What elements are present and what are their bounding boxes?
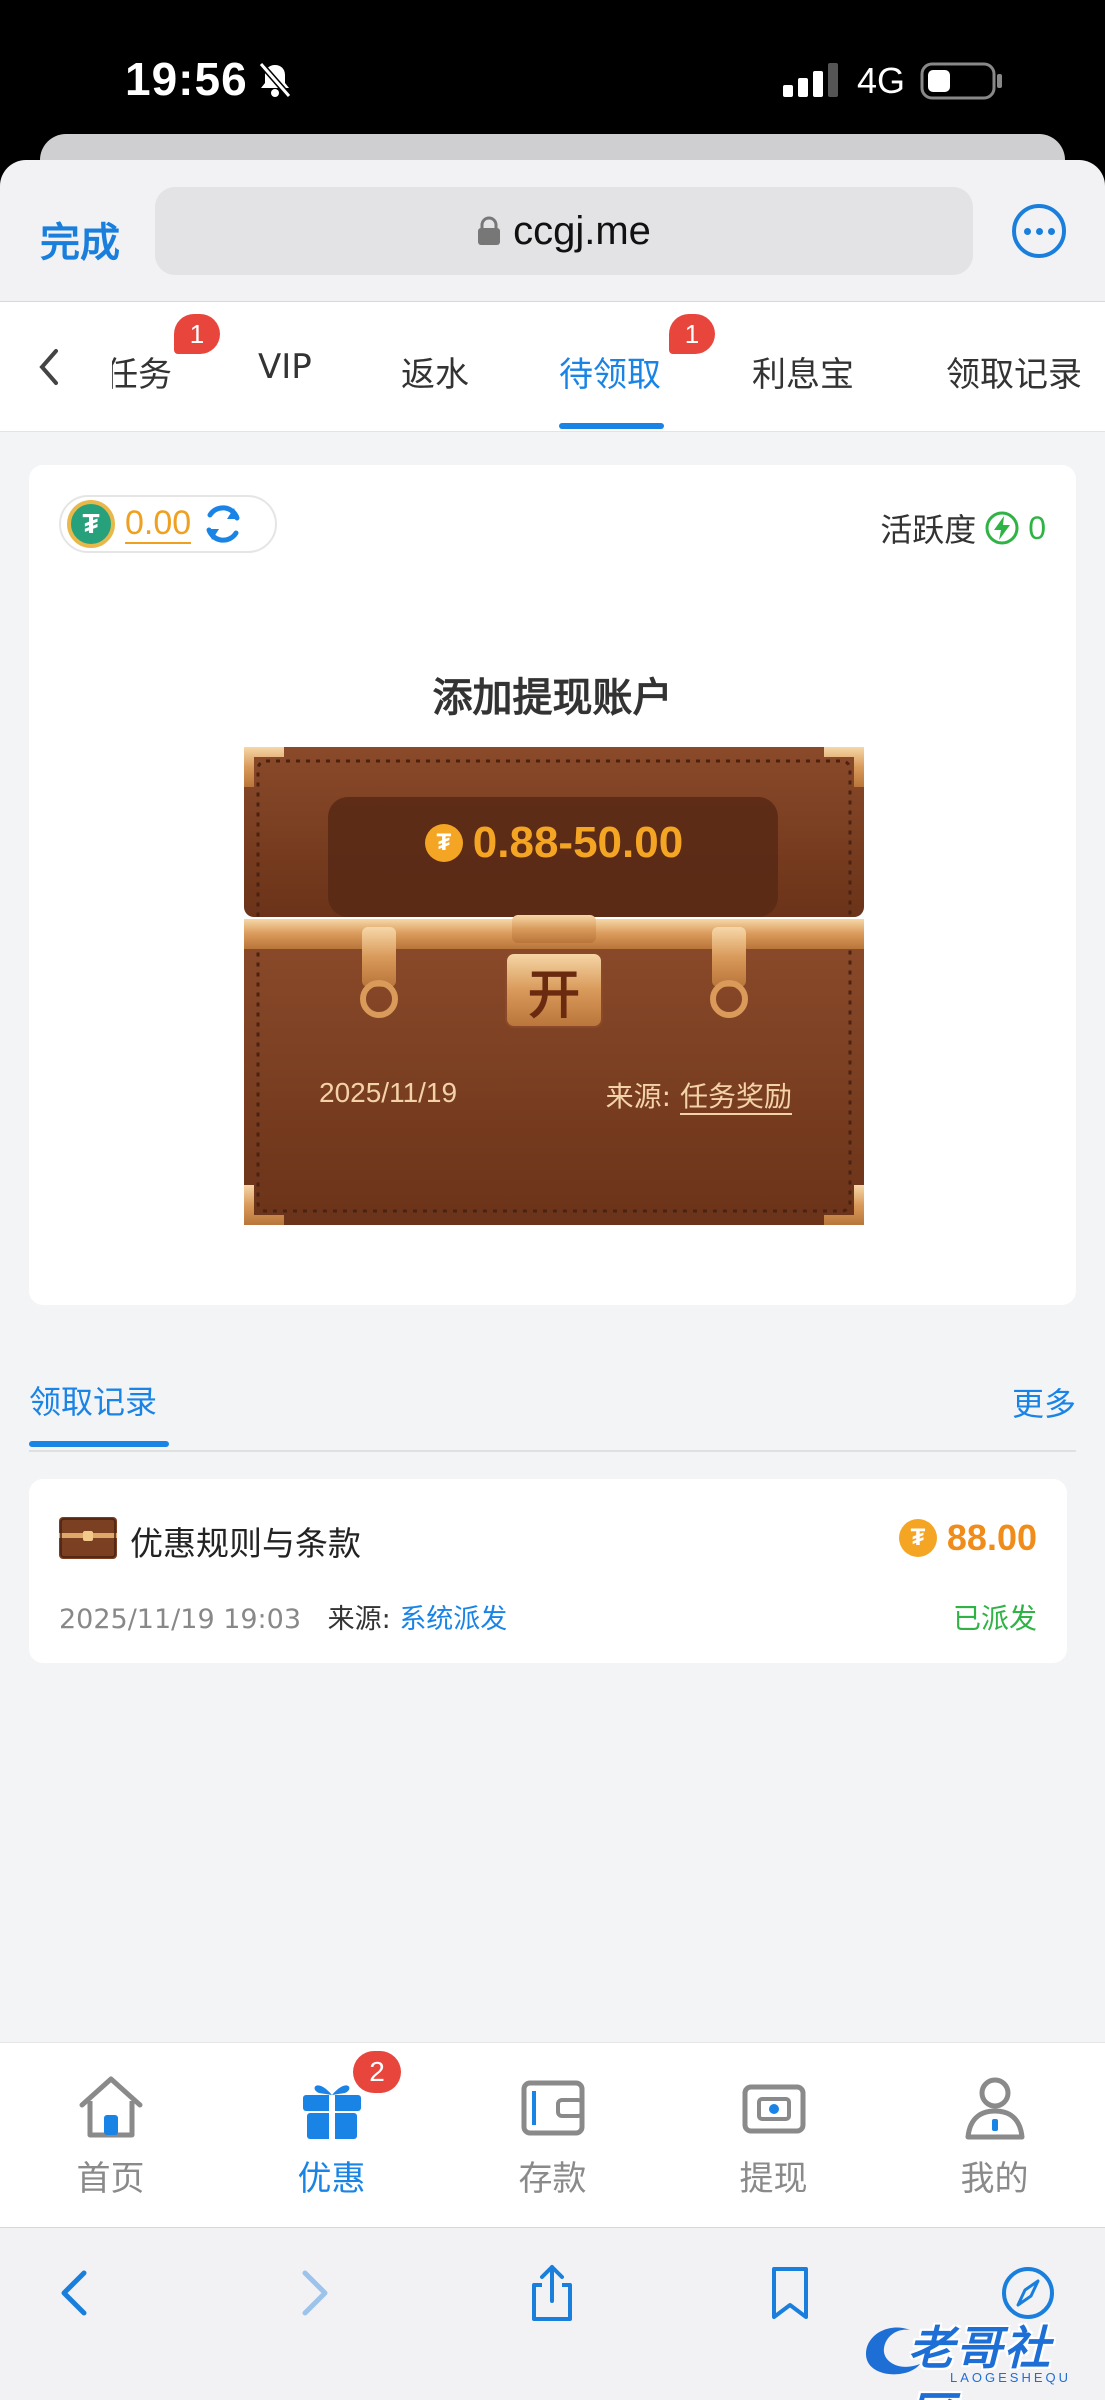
tab-vip[interactable]: VIP (258, 347, 312, 387)
nav-deposit[interactable]: 存款 (442, 2043, 663, 2228)
tab-tasks[interactable]: 任务 (112, 347, 172, 396)
record-datetime: 2025/11/19 19:03 (59, 1604, 302, 1635)
chevron-left-icon[interactable] (34, 347, 64, 387)
browser-toolbar: 老哥社区 LAOGESHEQU (0, 2227, 1105, 2400)
battery-icon (920, 62, 1002, 100)
record-amount-value: 88.00 (946, 1517, 1037, 1558)
nav-promotions-label: 优惠 (297, 2159, 366, 2199)
records-tab-indicator (29, 1441, 169, 1447)
nav-profile-label: 我的 (960, 2159, 1029, 2199)
browser-header: 完成 ccgj.me (0, 160, 1105, 302)
active-tab-indicator (559, 423, 664, 429)
usdt-coin-icon: ₮ (898, 1519, 937, 1557)
reward-source-link[interactable]: 任务奖励 (679, 1080, 792, 1115)
refresh-icon[interactable] (201, 502, 245, 546)
activity-value: 0 (1028, 509, 1046, 546)
withdraw-icon (742, 2084, 806, 2134)
nav-promotions[interactable]: 2 优惠 (221, 2043, 442, 2228)
share-icon[interactable] (522, 2263, 582, 2323)
tab-pending-badge: 1 (669, 314, 715, 354)
nav-home[interactable]: 首页 (0, 2043, 221, 2228)
reward-title: 添加提现账户 (432, 675, 673, 721)
promo-tabs: 任务 1 VIP 返水 待领取 1 利息宝 领取记录 (0, 302, 1105, 432)
usdt-coin-icon: ₮ (424, 824, 463, 862)
status-time: 19:56 (125, 53, 248, 105)
reward-date: 2025/11/19 (319, 1077, 458, 1108)
nav-withdraw-label: 提现 (739, 2159, 808, 2199)
nav-home-label: 首页 (76, 2159, 145, 2199)
more-link[interactable]: 更多 (1012, 1379, 1076, 1425)
reward-amount-text: 0.88-50.00 (472, 818, 684, 867)
activity-label: 活跃度 (880, 511, 977, 549)
tab-tasks-badge: 1 (174, 314, 220, 354)
wallet-icon (521, 2080, 585, 2136)
more-dot-icon (1023, 227, 1031, 235)
record-meta: 2025/11/19 19:03 来源: 系统派发 (59, 1597, 507, 1636)
watermark-logo: 老哥社区 LAOGESHEQU (860, 2310, 1096, 2400)
done-button[interactable]: 完成 (40, 210, 120, 268)
treasure-chest[interactable]: ₮ 0.88-50.00 开 2025/11/19 来源: 任务奖励 (244, 747, 864, 1225)
record-status: 已派发 (952, 1602, 1037, 1635)
reward-amount-range: ₮ 0.88-50.00 (414, 815, 694, 871)
usdt-coin-icon: ₮ (67, 500, 115, 548)
activity-indicator: 活跃度 0 (880, 505, 1046, 551)
watermark-subtext: LAOGESHEQU (950, 2370, 1072, 2385)
bell-muted-icon (258, 62, 292, 98)
record-source-label: 来源: (327, 1604, 391, 1635)
record-amount: ₮ 88.00 (898, 1517, 1037, 1559)
signal-icon (783, 63, 838, 97)
more-dot-icon (1047, 227, 1055, 235)
tab-claim-history[interactable]: 领取记录 (946, 347, 1082, 396)
network-type: 4G (857, 60, 906, 101)
tab-interest[interactable]: 利息宝 (752, 347, 854, 396)
records-header: 领取记录 更多 (29, 1332, 1076, 1452)
reward-card: ₮ 0.00 活跃度 0 添加提现账户 ₮ 0.88-50.00 开 2025/… (29, 465, 1076, 1305)
watermark-text: 老哥社区 (908, 2321, 1052, 2400)
tab-rebate[interactable]: 返水 (401, 347, 469, 396)
record-item[interactable]: 优惠规则与条款 ₮ 88.00 2025/11/19 19:03 来源: 系统派… (29, 1479, 1067, 1663)
chest-icon (59, 1517, 117, 1559)
balance-value: 0.00 (125, 504, 192, 544)
tab-pending[interactable]: 待领取 (559, 347, 661, 396)
home-icon (79, 2076, 143, 2138)
back-icon[interactable] (46, 2263, 106, 2323)
balance-pill[interactable]: ₮ 0.00 (59, 495, 277, 553)
bottom-nav: 首页 2 优惠 存款 提现 我的 (0, 2042, 1105, 2227)
bookmarks-icon[interactable] (760, 2263, 820, 2323)
nav-promotions-badge: 2 (353, 2051, 401, 2093)
nav-deposit-label: 存款 (518, 2159, 587, 2199)
page-content: 任务 1 VIP 返水 待领取 1 利息宝 领取记录 ₮ 0.00 活跃度 0 (0, 302, 1105, 2042)
records-tab[interactable]: 领取记录 (29, 1377, 157, 1423)
more-dot-icon (1035, 227, 1043, 235)
reward-source: 来源: 任务奖励 (606, 1075, 792, 1115)
url-bar[interactable]: ccgj.me (155, 187, 973, 275)
lock-icon (478, 216, 501, 245)
nav-profile[interactable]: 我的 (884, 2043, 1105, 2228)
reward-source-label: 来源: (605, 1080, 672, 1113)
user-icon (965, 2077, 1025, 2140)
forward-icon[interactable] (283, 2263, 343, 2323)
more-options-button[interactable] (1012, 204, 1066, 258)
url-text: ccgj.me (513, 208, 651, 253)
nav-withdraw[interactable]: 提现 (663, 2043, 884, 2228)
record-source-value: 系统派发 (399, 1604, 508, 1635)
lightning-icon (985, 511, 1019, 545)
open-chest-button[interactable]: 开 (506, 953, 602, 1027)
record-name: 优惠规则与条款 (130, 1524, 361, 1563)
